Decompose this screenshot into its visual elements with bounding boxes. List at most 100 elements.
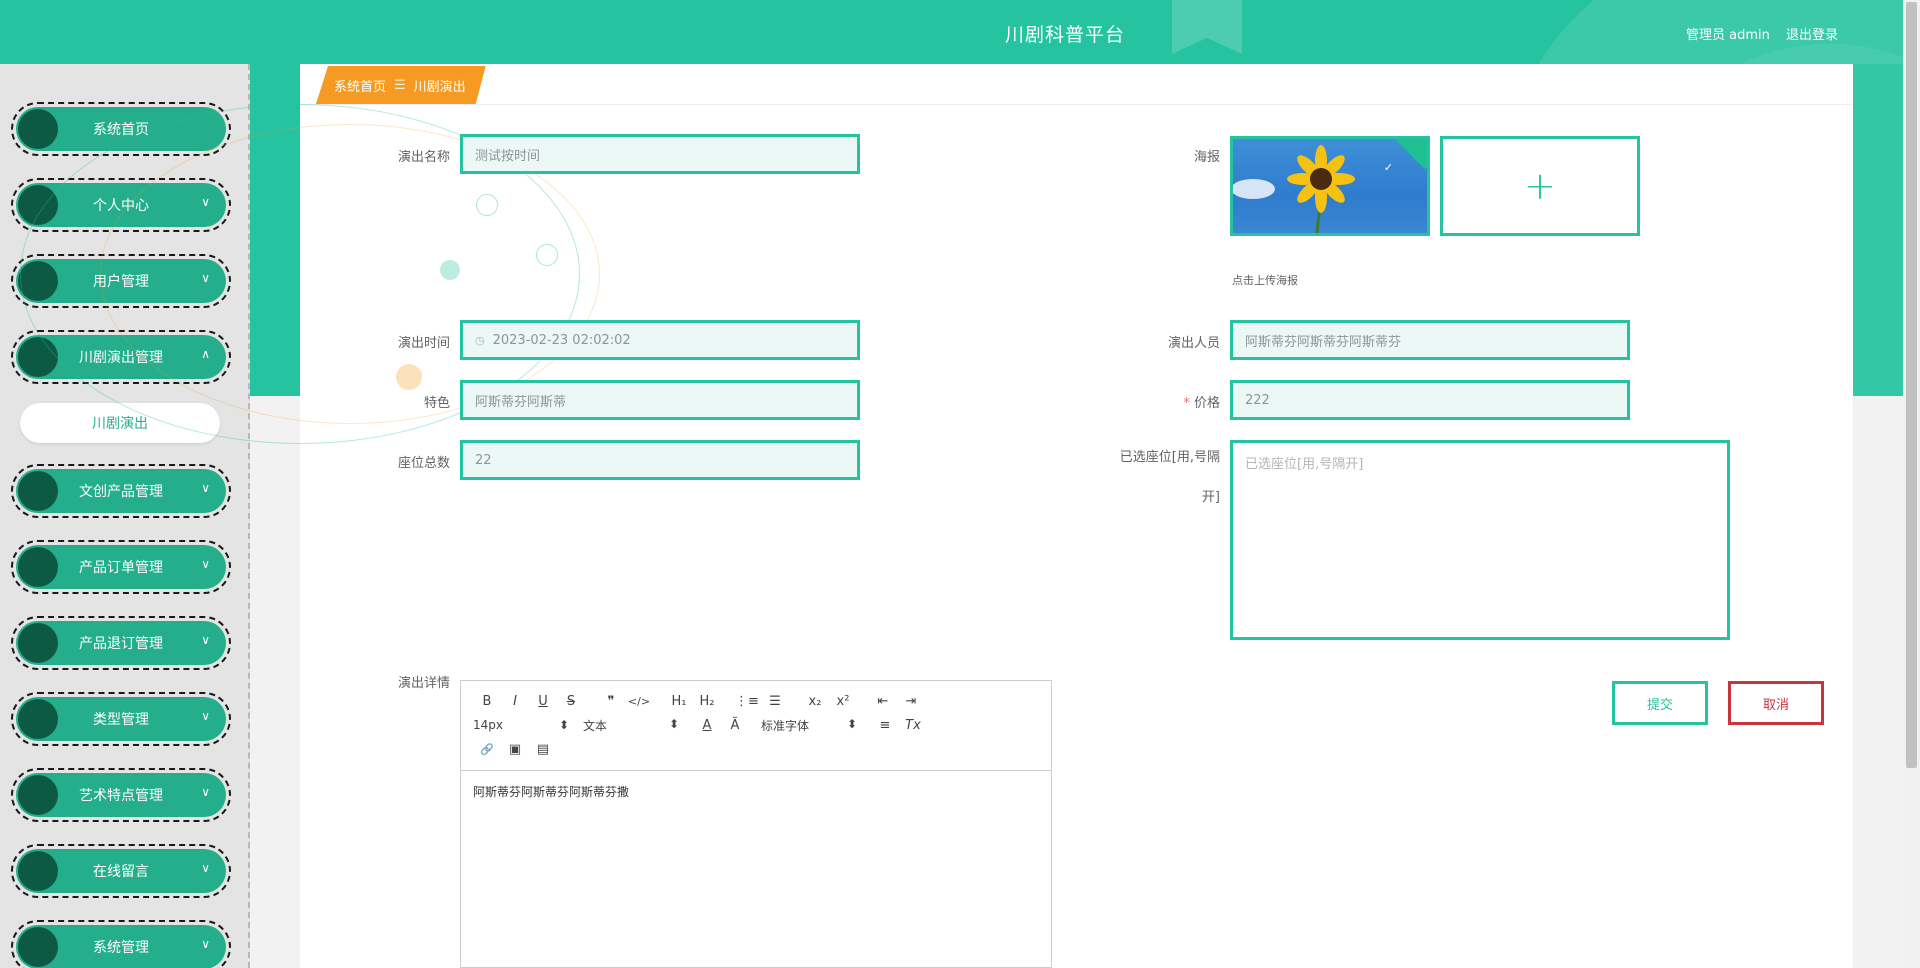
ordered-list-icon[interactable]: ⋮≡ [733, 694, 761, 709]
seat-total-input[interactable]: 22 [460, 440, 860, 480]
heading2-icon[interactable]: H₂ [693, 694, 721, 709]
superscript-icon[interactable]: x² [829, 694, 857, 709]
selected-seats-label: 已选座位[用,号隔 开] [1080, 438, 1220, 518]
italic-icon[interactable]: I [501, 694, 529, 709]
sidebar-item-system-management[interactable]: 系统管理 ∨ [11, 920, 231, 968]
chevron-down-icon: ∨ [201, 709, 210, 723]
heading1-icon[interactable]: H₁ [665, 694, 693, 709]
menu-dot-icon [18, 547, 58, 587]
price-input[interactable]: 222 [1230, 380, 1630, 420]
user-area: 管理员 admin 退出登录 [1674, 24, 1838, 43]
performer-input[interactable]: 阿斯蒂芬阿斯蒂芬阿斯蒂芬 [1230, 320, 1630, 360]
sidebar-item-order-management[interactable]: 产品订单管理 ∨ [11, 540, 231, 594]
sidebar-item-product-management[interactable]: 文创产品管理 ∨ [11, 464, 231, 518]
font-color-icon[interactable]: A [693, 718, 721, 733]
subscript-icon[interactable]: x₂ [801, 694, 829, 709]
breadcrumb-divider [300, 104, 1853, 105]
editor-content[interactable]: 阿斯蒂芬阿斯蒂芬阿斯蒂芬撒 [461, 771, 1051, 812]
font-family-select[interactable]: 标准字体 ⬍ [761, 717, 871, 734]
background-color-icon[interactable]: Ã [721, 718, 749, 733]
select-arrow-icon: ⬍ [668, 716, 679, 731]
logout-link[interactable]: 退出登录 [1786, 28, 1838, 43]
feature-input[interactable]: 阿斯蒂芬阿斯蒂 [460, 380, 860, 420]
quote-icon[interactable]: ❞ [597, 694, 625, 709]
menu-dot-icon [18, 109, 58, 149]
clock-icon: ◷ [475, 333, 485, 347]
select-arrow-icon: ⬍ [846, 716, 857, 731]
cancel-button[interactable]: 取消 [1728, 681, 1824, 725]
poster-thumbnail[interactable]: ✓ [1230, 136, 1430, 236]
menu-dot-icon [18, 623, 58, 663]
chevron-down-icon: ∨ [201, 937, 210, 951]
main-panel: 系统首页 ☰ 川剧演出 演出名称 测试按时间 海报 ✓ + 点击上传海报 演出时… [20, 64, 1853, 968]
breadcrumb-home[interactable]: 系统首页 [334, 76, 386, 95]
underline-icon[interactable]: U [529, 694, 557, 709]
font-size-value: 14px [473, 718, 503, 732]
image-icon[interactable]: ▣ [501, 742, 529, 757]
sidebar-item-art-feature-management[interactable]: 艺术特点管理 ∨ [11, 768, 231, 822]
editor-toolbar: B I U S ❞ </> H₁ H₂ ⋮≡ ☰ x₂ x² ⇤ ⇥ 14px ⬍… [461, 681, 1051, 771]
sidebar-item-type-management[interactable]: 类型管理 ∨ [11, 692, 231, 746]
sidebar-item-online-message[interactable]: 在线留言 ∨ [11, 844, 231, 898]
chevron-down-icon: ∨ [201, 557, 210, 571]
video-icon[interactable]: ▤ [529, 742, 557, 757]
feature-label: 特色 [423, 396, 450, 411]
select-arrow-icon: ⬍ [558, 718, 569, 732]
poster-label: 海报 [1193, 150, 1220, 165]
chevron-down-icon: ∨ [201, 633, 210, 647]
breadcrumb-current: 川剧演出 [413, 79, 466, 95]
sidebar-item-label: 在线留言 [93, 864, 149, 880]
scrollbar-thumb[interactable] [1906, 2, 1917, 768]
page-scrollbar[interactable] [1903, 0, 1920, 968]
menu-dot-icon [18, 851, 58, 891]
font-family-value: 标准字体 [761, 718, 810, 733]
clear-format-icon[interactable]: Tx [899, 718, 927, 733]
sidebar-item-label: 类型管理 [93, 712, 149, 728]
strikethrough-icon[interactable]: S [557, 694, 585, 709]
chevron-down-icon: ∨ [201, 481, 210, 495]
platform-title: 川剧科普平台 [1004, 24, 1125, 46]
menu-dot-icon [18, 775, 58, 815]
plus-icon: + [1524, 164, 1556, 208]
selected-seats-label-line1: 已选座位[用,号隔 [1119, 450, 1220, 465]
font-size-select[interactable]: 14px ⬍ [473, 718, 583, 732]
bullet-list-icon[interactable]: ☰ [761, 694, 789, 709]
chevron-down-icon: ∨ [201, 861, 210, 875]
seat-total-label: 座位总数 [397, 456, 450, 471]
price-label-text: 价格 [1193, 396, 1220, 411]
outdent-icon[interactable]: ⇤ [869, 694, 897, 709]
sidebar-item-label: 产品退订管理 [79, 636, 163, 652]
text-type-value: 文本 [583, 718, 608, 733]
breadcrumb-separator-icon: ☰ [394, 77, 406, 93]
indent-icon[interactable]: ⇥ [897, 694, 925, 709]
decorative-circle [476, 194, 498, 216]
required-mark: * [1183, 396, 1190, 411]
performance-name-input[interactable]: 测试按时间 [460, 134, 860, 174]
menu-dot-icon [18, 927, 58, 967]
submit-button[interactable]: 提交 [1612, 681, 1708, 725]
detail-label: 演出详情 [397, 676, 450, 691]
check-icon: ✓ [1383, 161, 1393, 174]
link-icon[interactable]: 🔗 [473, 743, 501, 756]
sidebar-item-label: 系统管理 [93, 940, 149, 956]
chevron-down-icon: ∨ [201, 785, 210, 799]
decorative-dot [396, 364, 422, 390]
sidebar-item-refund-management[interactable]: 产品退订管理 ∨ [11, 616, 231, 670]
bold-icon[interactable]: B [473, 694, 501, 709]
price-label: * 价格 [1090, 392, 1220, 411]
sidebar-item-label: 文创产品管理 [79, 484, 163, 500]
upload-poster-button[interactable]: + [1440, 136, 1640, 236]
selected-seats-textarea[interactable]: 已选座位[用,号隔开] [1230, 440, 1730, 640]
rich-text-editor: B I U S ❞ </> H₁ H₂ ⋮≡ ☰ x₂ x² ⇤ ⇥ 14px ⬍… [460, 680, 1052, 968]
text-type-select[interactable]: 文本 ⬍ [583, 717, 693, 734]
menu-dot-icon [18, 699, 58, 739]
sidebar-item-label: 艺术特点管理 [79, 788, 163, 804]
top-header: 川剧科普平台 管理员 admin 退出登录 [0, 0, 1920, 64]
performer-label: 演出人员 [1167, 336, 1220, 351]
sidebar-item-label: 产品订单管理 [79, 560, 163, 576]
time-label: 演出时间 [397, 336, 450, 351]
performance-time-input[interactable]: ◷ 2023-02-23 02:02:02 [460, 320, 860, 360]
code-icon[interactable]: </> [625, 695, 653, 708]
align-icon[interactable]: ≡ [871, 718, 899, 733]
sunflower-image [1233, 145, 1355, 233]
